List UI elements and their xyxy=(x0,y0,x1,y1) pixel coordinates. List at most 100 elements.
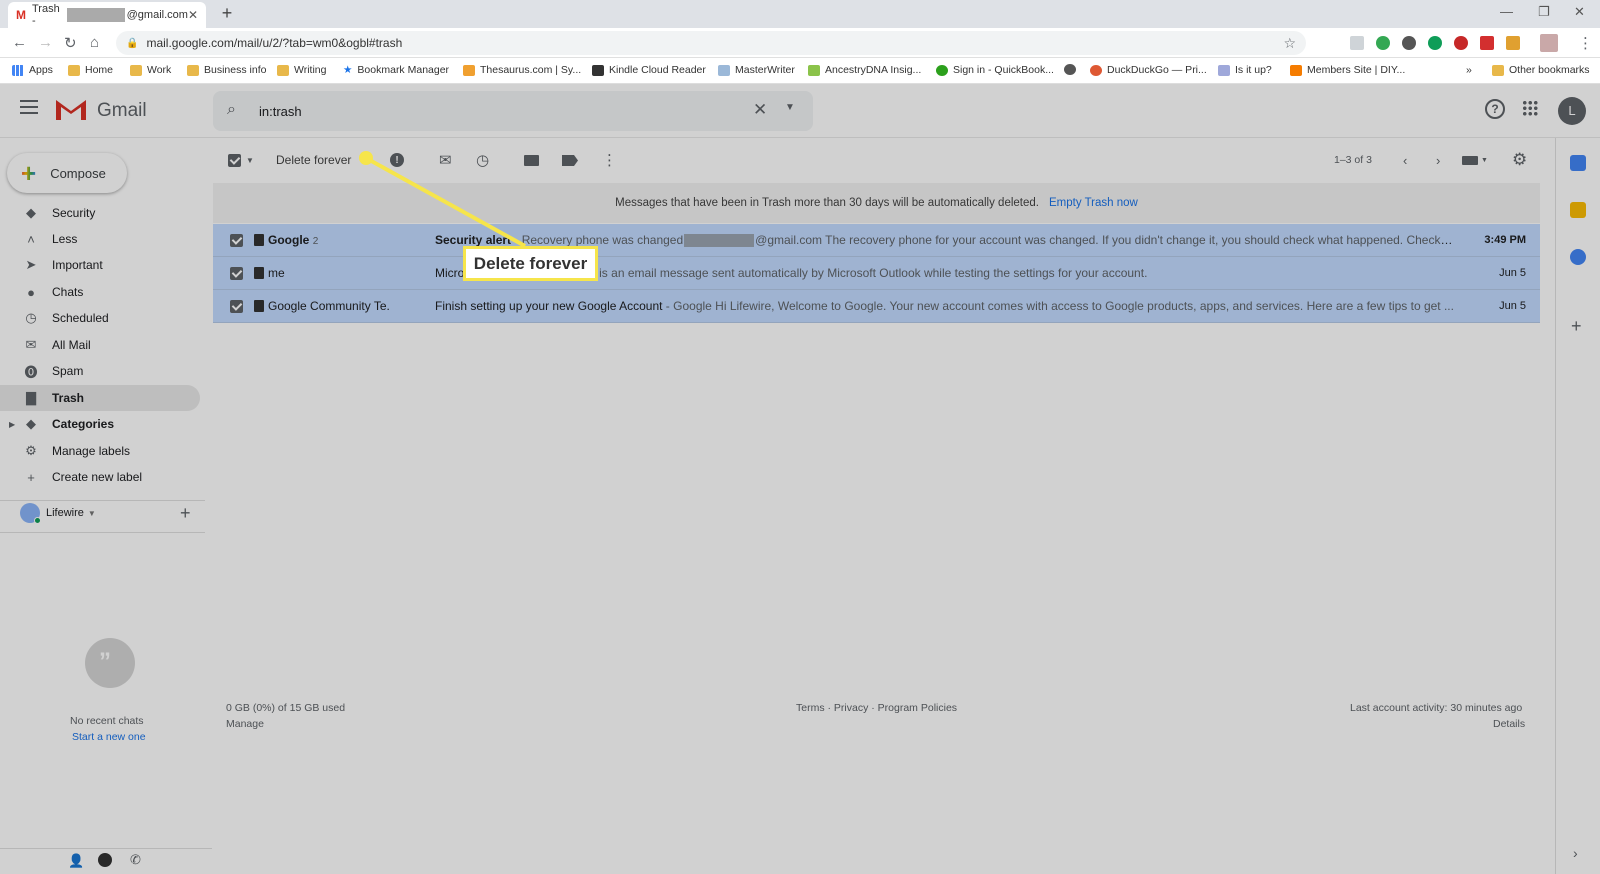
sidebar-item-less[interactable]: ˄ Less xyxy=(0,226,200,252)
input-tools-icon[interactable]: ▼ xyxy=(1462,151,1488,169)
bookmark-members-site[interactable]: Members Site | DIY... xyxy=(1290,64,1405,76)
sidebar-item-spam[interactable]: ⓿ Spam xyxy=(0,358,200,384)
older-page-icon[interactable]: › xyxy=(1436,151,1440,169)
bookmark-thesaurus[interactable]: Thesaurus.com | Sy... xyxy=(463,64,581,76)
bookmark-ancestry[interactable]: AncestryDNA Insig... xyxy=(808,64,921,76)
delete-forever-callout: Delete forever xyxy=(463,246,598,281)
keep-icon[interactable] xyxy=(1570,202,1586,218)
bookmark-quickbooks[interactable]: Sign in - QuickBook... xyxy=(936,64,1054,76)
bookmark-writing[interactable]: Writing xyxy=(277,64,326,76)
main-menu-icon[interactable] xyxy=(20,100,38,114)
bookmark-home[interactable]: Home xyxy=(68,64,113,76)
contacts-icon[interactable]: 👤 xyxy=(68,853,84,869)
bookmark-star-icon[interactable]: ☆ xyxy=(1283,35,1296,52)
extension-red-icon[interactable] xyxy=(1454,36,1468,50)
url-omnibox[interactable]: 🔒 mail.google.com/mail/u/2/?tab=wm0&ogbl… xyxy=(116,31,1306,55)
phone-icon[interactable]: ✆ xyxy=(130,852,141,868)
row-checkbox[interactable] xyxy=(230,266,243,280)
help-icon[interactable]: ? xyxy=(1485,99,1505,119)
tab-close-icon[interactable]: ✕ xyxy=(188,8,198,22)
sidebar-item-all-mail[interactable]: ✉ All Mail xyxy=(0,332,200,358)
more-options-icon[interactable]: ⋮ xyxy=(602,151,617,169)
sidebar-item-create-label[interactable]: + Create new label xyxy=(0,464,200,490)
members-site-icon xyxy=(1290,64,1302,76)
footer-links[interactable]: Terms · Privacy · Program Policies xyxy=(796,702,957,714)
bookmark-other[interactable]: Other bookmarks xyxy=(1492,64,1590,76)
hangouts-icon[interactable] xyxy=(98,853,112,867)
bookmark-masterwriter[interactable]: MasterWriter xyxy=(718,64,795,76)
calendar-icon[interactable] xyxy=(1570,155,1586,171)
expand-arrow-icon[interactable]: ▶ xyxy=(9,420,15,429)
extension-grammarly-icon[interactable] xyxy=(1376,36,1390,50)
manage-storage-link[interactable]: Manage xyxy=(226,718,264,730)
extension-doc-icon[interactable] xyxy=(1350,36,1364,50)
add-addon-plus-icon[interactable]: + xyxy=(1571,316,1582,337)
window-close-icon[interactable]: ✕ xyxy=(1574,4,1585,20)
extension-counter-icon[interactable] xyxy=(1506,36,1520,50)
new-chat-plus-icon[interactable]: + xyxy=(180,503,191,524)
mark-read-icon[interactable]: ✉ xyxy=(439,151,452,169)
select-dropdown-icon[interactable]: ▼ xyxy=(246,156,254,165)
bookmark-is-it-up[interactable]: Is it up? xyxy=(1218,64,1272,76)
apps-grid-icon[interactable] xyxy=(1522,100,1538,116)
profile-avatar-icon[interactable] xyxy=(1540,34,1558,52)
home-icon[interactable]: ⌂ xyxy=(90,34,99,51)
clear-search-icon[interactable]: ✕ xyxy=(753,100,767,120)
bookmark-bookmark-manager[interactable]: ★ Bookmark Manager xyxy=(343,64,449,76)
hangouts-user[interactable]: Lifewire ▼ xyxy=(20,503,96,524)
sidebar-item-categories[interactable]: ▶ ◆ Categories xyxy=(0,411,200,437)
back-icon[interactable]: ← xyxy=(12,34,27,51)
gmail-logo-icon[interactable] xyxy=(54,96,88,125)
report-spam-icon[interactable]: ! xyxy=(390,153,404,167)
sidebar-item-manage-labels[interactable]: ⚙ Manage labels xyxy=(0,438,200,464)
restore-icon[interactable]: ❐ xyxy=(1538,4,1550,20)
minimize-icon[interactable]: — xyxy=(1500,4,1513,19)
label-as-icon[interactable] xyxy=(562,155,578,166)
search-bar[interactable]: ⌕ ✕ ▼ xyxy=(213,91,813,131)
search-icon[interactable]: ⌕ xyxy=(227,101,236,119)
new-tab-button[interactable]: + xyxy=(216,4,238,24)
forward-icon[interactable]: → xyxy=(38,34,53,51)
tasks-icon[interactable] xyxy=(1570,249,1586,265)
table-row[interactable]: Google Community Te. Finish setting up y… xyxy=(213,290,1540,323)
pagination-text: 1–3 of 3 xyxy=(1334,154,1372,166)
sidebar-item-trash[interactable]: ▇ Trash xyxy=(0,385,200,411)
search-input[interactable] xyxy=(259,99,739,123)
browser-menu-icon[interactable]: ⋮ xyxy=(1578,34,1593,52)
account-avatar[interactable]: L xyxy=(1558,97,1586,125)
quickbooks-icon xyxy=(936,64,948,76)
table-row[interactable]: Google 2 Security alert - Recovery phone… xyxy=(213,224,1540,257)
move-to-icon[interactable] xyxy=(524,155,539,166)
bookmark-duckduckgo[interactable]: DuckDuckGo — Pri... xyxy=(1090,64,1207,76)
search-options-icon[interactable]: ▼ xyxy=(785,102,795,113)
snooze-icon[interactable]: ◷ xyxy=(476,151,489,169)
tab-title-prefix: Trash - xyxy=(32,3,60,27)
bookmark-kindle[interactable]: Kindle Cloud Reader xyxy=(592,64,706,76)
activity-details-link[interactable]: Details xyxy=(1493,718,1525,730)
expand-panel-icon[interactable]: › xyxy=(1573,845,1578,861)
more-bookmarks[interactable]: » xyxy=(1466,64,1472,76)
select-all-checkbox[interactable]: ▼ xyxy=(228,151,254,169)
delete-forever-button[interactable]: Delete forever xyxy=(276,151,351,169)
bookmark-apps[interactable]: Apps xyxy=(12,64,53,76)
sidebar-item-security[interactable]: ◆ Security xyxy=(0,200,200,226)
settings-gear-icon[interactable]: ⚙ xyxy=(1512,150,1527,169)
row-checkbox[interactable] xyxy=(230,299,243,313)
compose-button[interactable]: + Compose xyxy=(7,153,127,193)
extension-evernote-icon[interactable] xyxy=(1428,36,1442,50)
table-row[interactable]: me Micro ge - This is an email message se… xyxy=(213,257,1540,290)
empty-trash-link[interactable]: Empty Trash now xyxy=(1049,197,1138,209)
reload-icon[interactable]: ↻ xyxy=(64,34,77,52)
sidebar-item-important[interactable]: ➤ Important xyxy=(0,252,200,278)
row-checkbox[interactable] xyxy=(230,233,243,247)
extension-pocket-icon[interactable] xyxy=(1480,36,1494,50)
newer-page-icon[interactable]: ‹ xyxy=(1403,151,1407,169)
browser-tab-active[interactable]: M Trash - @gmail.com ✕ xyxy=(8,2,206,28)
sidebar-item-scheduled[interactable]: ◷ Scheduled xyxy=(0,305,200,331)
extension-pinterest-icon[interactable] xyxy=(1402,36,1416,50)
bookmark-globe[interactable] xyxy=(1064,64,1081,75)
bookmark-work[interactable]: Work xyxy=(130,64,171,76)
bookmark-business-info[interactable]: Business info xyxy=(187,64,266,76)
sidebar-item-chats[interactable]: ● Chats xyxy=(0,279,200,305)
start-new-chat-link[interactable]: Start a new one xyxy=(72,731,146,743)
